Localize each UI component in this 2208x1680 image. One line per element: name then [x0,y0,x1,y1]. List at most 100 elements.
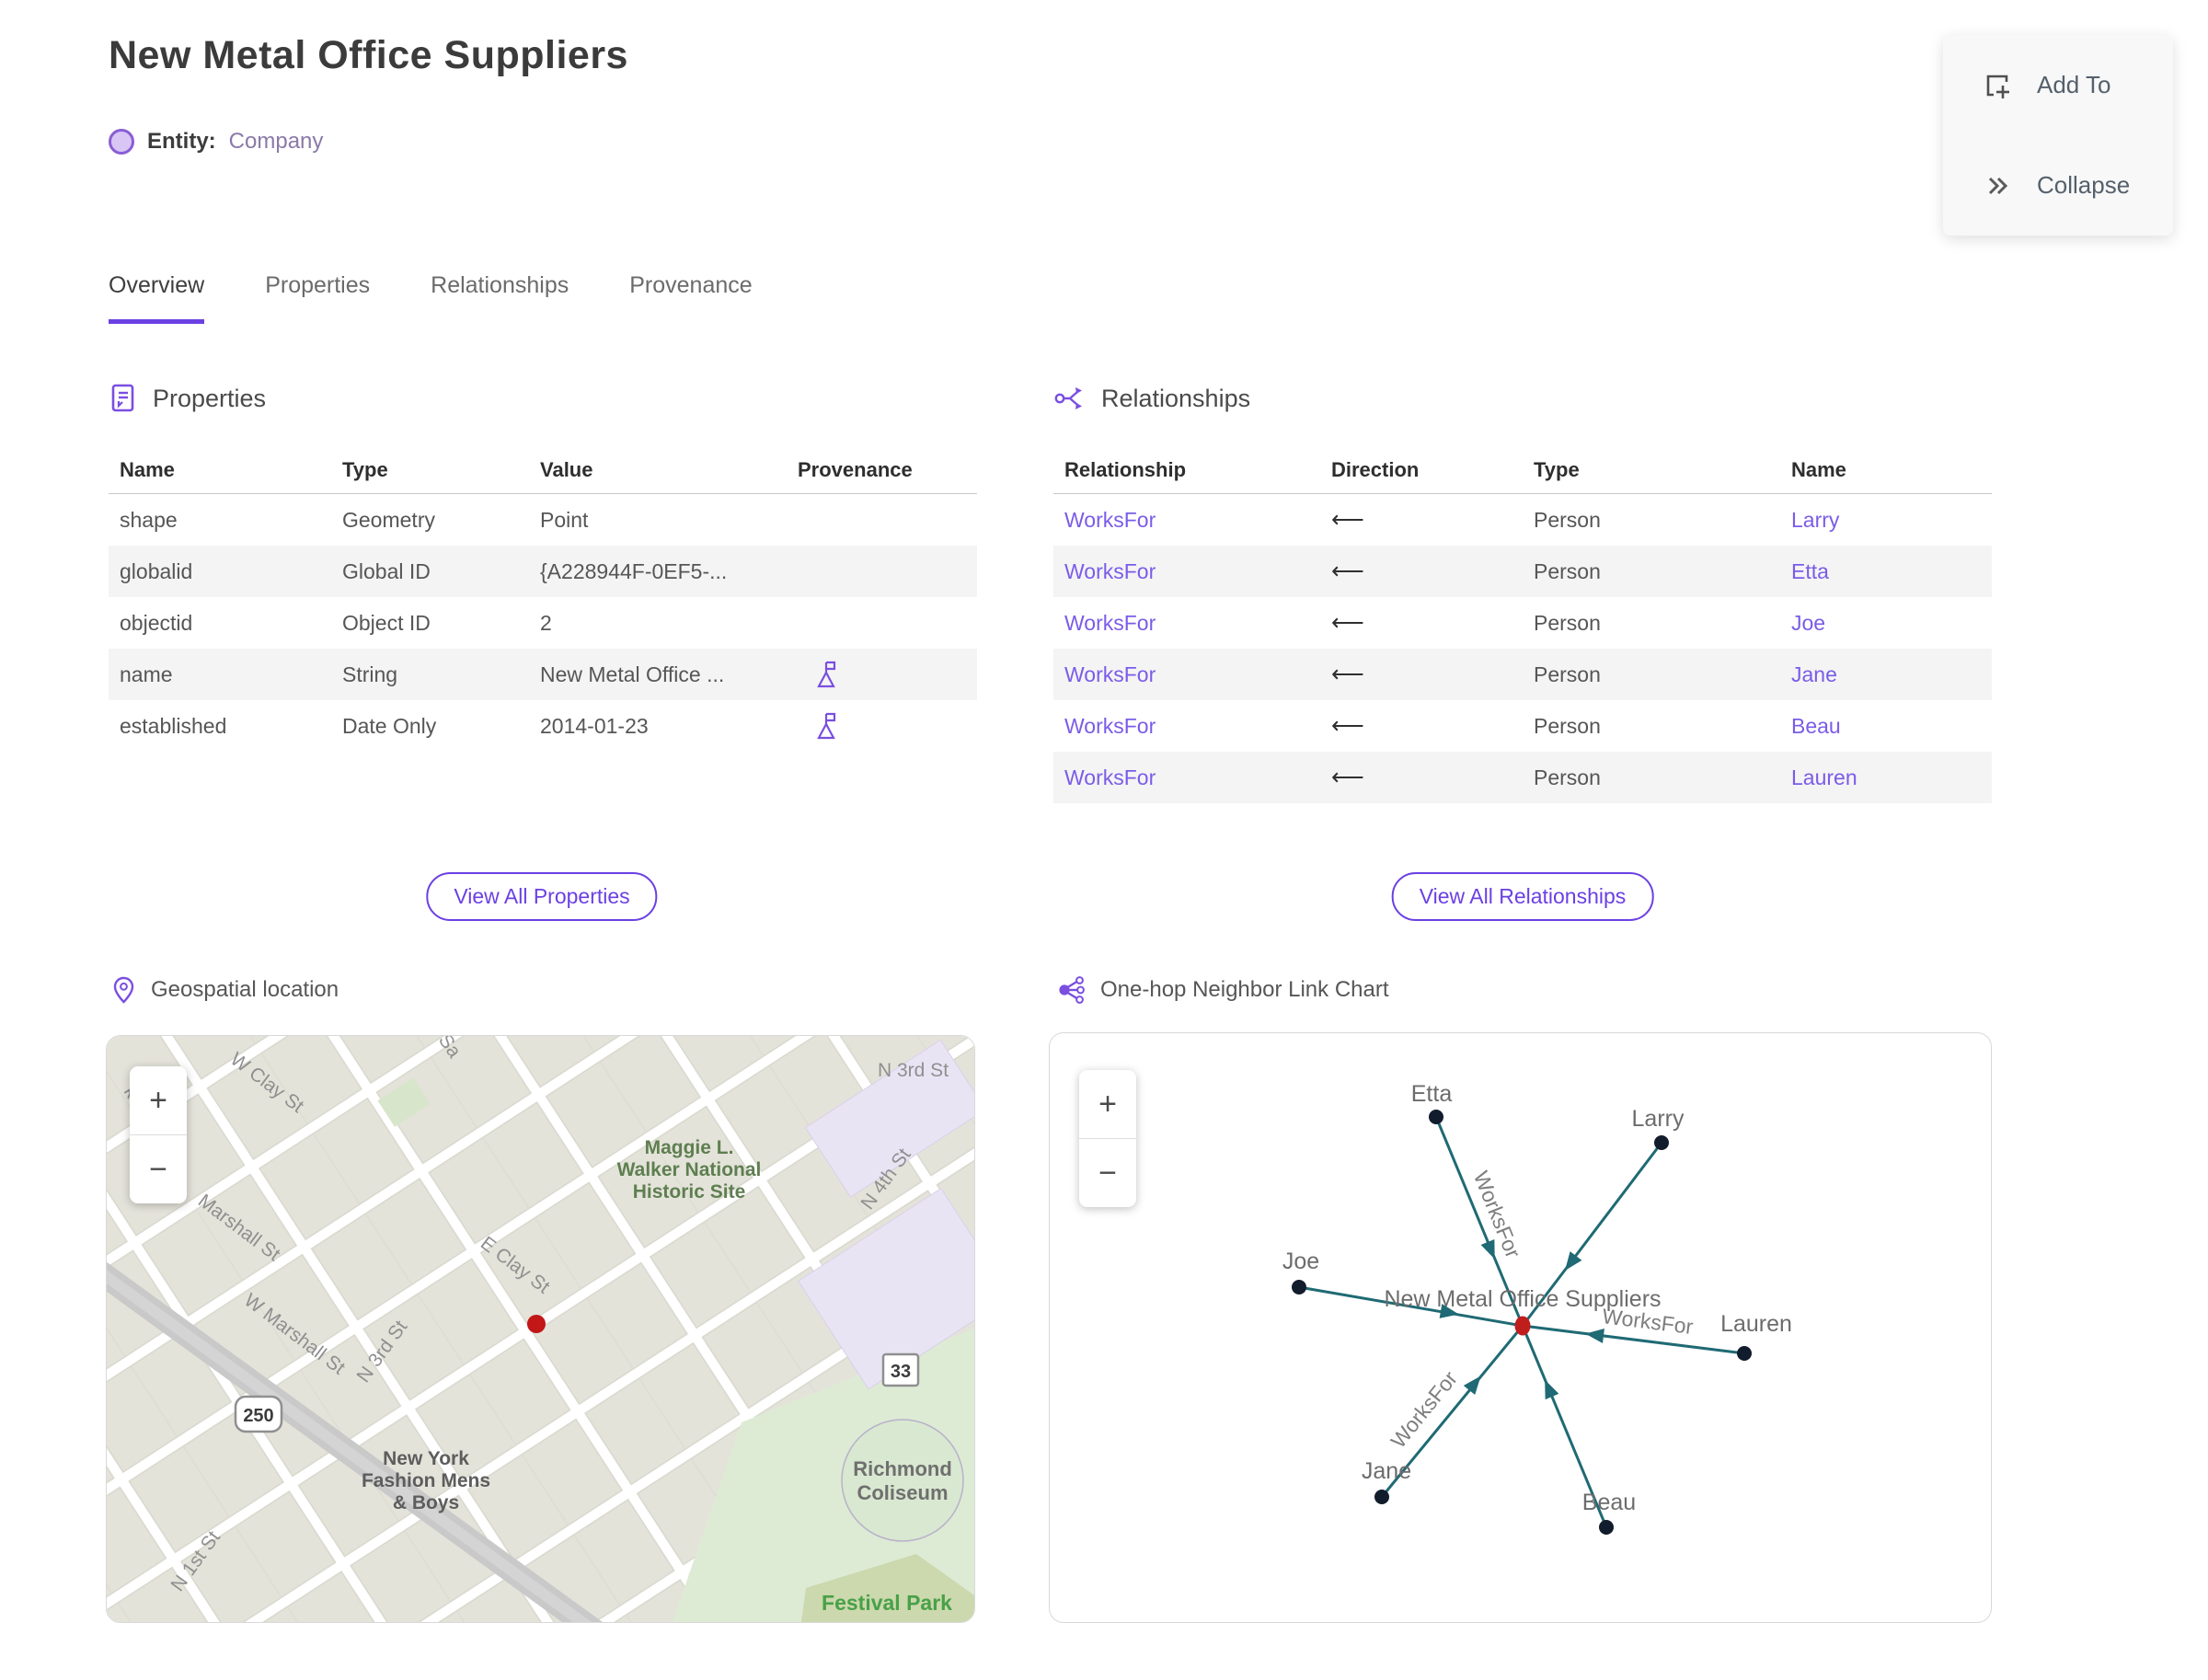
relationship-link[interactable]: WorksFor [1053,662,1320,687]
prop-value: New Metal Office ... [540,662,725,686]
table-row: WorksFor ⟵ Person Jane [1053,649,1992,700]
link-chart-section-title: One-hop Neighbor Link Chart [1100,977,1389,1002]
table-row: WorksFor ⟵ Person Etta [1053,546,1992,597]
link-chart-canvas[interactable]: WorksFor WorksFor WorksFor Etta Larry Jo… [1050,1033,1991,1622]
col-name: Name [120,458,175,481]
svg-text:33: 33 [891,1362,911,1382]
view-all-properties-button[interactable]: View All Properties [426,872,658,921]
map-place-label: Maggie L. [645,1137,734,1158]
col-direction: Direction [1331,458,1420,481]
node-label: Beau [1582,1490,1636,1515]
tab-relationships[interactable]: Relationships [431,272,569,324]
properties-table: Name Type Value Provenance shape Geometr… [109,447,977,752]
map-place-label: New York [383,1448,469,1469]
entity-link[interactable]: Joe [1780,611,1992,636]
node-label: Etta [1411,1081,1453,1107]
table-row: globalid Global ID {A228944F-0EF5-... [109,546,977,597]
location-pin-icon [113,976,134,1004]
rel-type: Person [1534,765,1601,789]
table-row: name String New Metal Office ... [109,649,977,700]
tab-properties[interactable]: Properties [265,272,370,324]
table-row: established Date Only 2014-01-23 [109,700,977,752]
direction-arrow: ⟵ [1331,558,1364,584]
map-zoom-in-button[interactable]: + [130,1066,187,1134]
tab-overview[interactable]: Overview [109,272,205,324]
collapse-label: Collapse [2037,171,2131,199]
relationship-link[interactable]: WorksFor [1053,611,1320,636]
node-joe[interactable] [1292,1280,1306,1295]
col-name: Name [1791,458,1846,481]
map-canvas[interactable]: k Rd W Clay St Sa Marshall St W Marshall… [107,1036,974,1622]
map-place-label: & Boys [393,1492,459,1513]
prop-name: objectid [120,610,193,635]
link-chart-zoom-in-button[interactable]: + [1079,1070,1136,1138]
col-type: Type [342,458,388,481]
entity-link[interactable]: Jane [1780,662,1992,687]
entity-row: Entity: Company [109,129,323,155]
entity-type-dot-icon [109,129,134,155]
entity-link[interactable]: Larry [1780,508,1992,533]
node-lauren[interactable] [1737,1346,1752,1361]
properties-table-header: Name Type Value Provenance [109,447,977,494]
node-etta[interactable] [1429,1110,1443,1124]
prop-name: established [120,713,227,738]
relationship-link[interactable]: WorksFor [1053,714,1320,739]
relationship-link[interactable]: WorksFor [1053,559,1320,584]
tab-provenance[interactable]: Provenance [629,272,752,324]
entity-link[interactable]: Lauren [1780,765,1992,790]
link-chart-zoom-out-button[interactable]: − [1079,1138,1136,1207]
properties-icon [111,384,134,412]
entity-link[interactable]: Etta [1780,559,1992,584]
table-row: WorksFor ⟵ Person Beau [1053,700,1992,752]
direction-arrow: ⟵ [1331,610,1364,636]
provenance-flag-icon[interactable] [814,660,838,689]
view-all-relationships-button[interactable]: View All Relationships [1391,872,1654,921]
add-to-icon [1986,75,2009,98]
collapse-button[interactable]: Collapse [1943,135,2173,236]
svg-text:250: 250 [243,1406,273,1426]
direction-arrow: ⟵ [1331,765,1364,790]
collapse-icon [1988,177,2008,194]
provenance-flag-icon[interactable] [814,711,838,741]
page-title: New Metal Office Suppliers [109,33,628,77]
map-zoom-out-button[interactable]: − [130,1134,187,1203]
add-to-button[interactable]: Add To [1943,35,2173,135]
map-place-label: Fashion Mens [362,1470,490,1491]
link-chart-panel: WorksFor WorksFor WorksFor Etta Larry Jo… [1049,1032,1992,1623]
map-place-label: Festival Park [822,1591,952,1615]
relationship-link[interactable]: WorksFor [1053,765,1320,790]
prop-name: shape [120,507,178,532]
add-to-label: Add To [2037,71,2111,98]
node-label: Jane [1362,1458,1411,1484]
map-street-label: N 3rd St [878,1060,949,1081]
prop-type: Date Only [342,713,437,738]
entity-type-value: Company [228,129,324,154]
map-zoom-control: + − [130,1066,187,1203]
map-route-shield-33: 33 [881,1352,920,1387]
col-type: Type [1534,458,1580,481]
node-beau[interactable] [1599,1520,1614,1535]
table-row: WorksFor ⟵ Person Joe [1053,597,1992,649]
map-entity-marker[interactable] [527,1315,546,1333]
map-coliseum-footprint [841,1419,964,1542]
prop-type: Geometry [342,507,435,532]
relationships-table-header: Relationship Direction Type Name [1053,447,1992,494]
prop-value: {A228944F-0EF5-... [540,558,728,583]
entity-label: Entity: [147,129,216,154]
map-place-label: Coliseum [857,1481,948,1504]
properties-section-header: Properties [109,383,266,414]
node-jane[interactable] [1374,1490,1389,1504]
col-provenance: Provenance [798,458,913,481]
prop-type: Object ID [342,610,431,635]
node-larry[interactable] [1654,1135,1669,1150]
prop-type: String [342,662,398,686]
prop-value: 2014-01-23 [540,713,649,738]
properties-section-title: Properties [153,384,267,412]
relationship-link[interactable]: WorksFor [1053,508,1320,533]
table-row: shape Geometry Point [109,494,977,546]
map-panel: k Rd W Clay St Sa Marshall St W Marshall… [106,1035,975,1623]
geospatial-section-title: Geospatial location [151,977,339,1002]
rel-type: Person [1534,507,1601,532]
node-center-entity[interactable] [1514,1316,1531,1336]
entity-link[interactable]: Beau [1780,714,1992,739]
